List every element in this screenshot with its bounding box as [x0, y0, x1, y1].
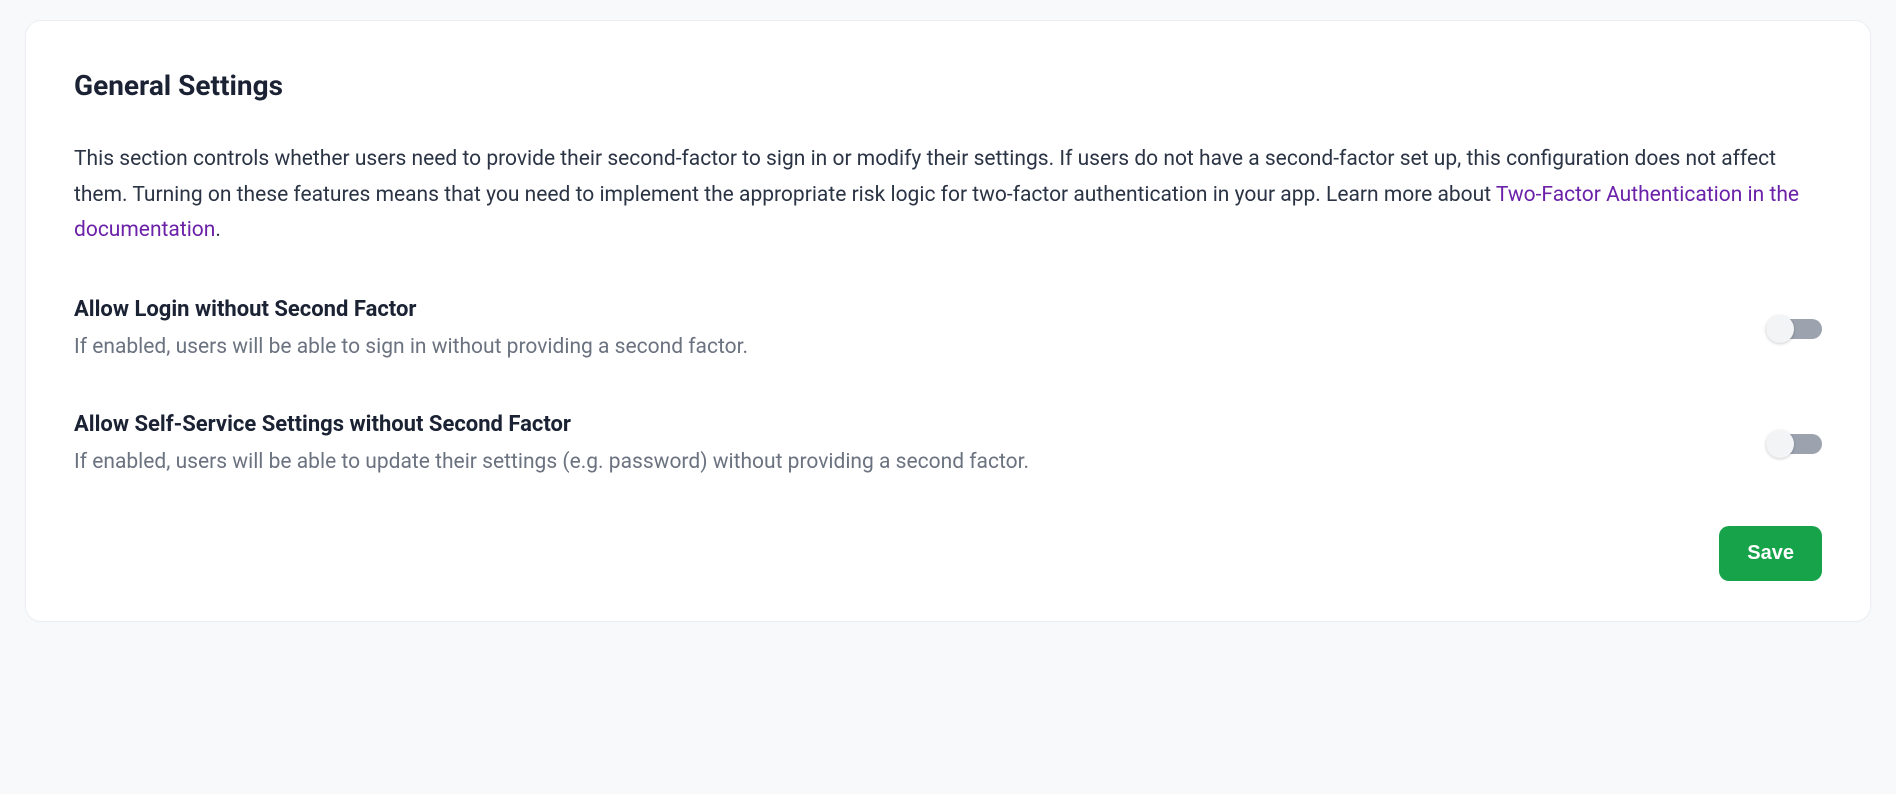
setting-text: Allow Login without Second Factor If ena…	[74, 297, 1726, 364]
setting-allow-login-without-2fa: Allow Login without Second Factor If ena…	[74, 297, 1822, 364]
toggle-allow-login-without-2fa[interactable]	[1766, 315, 1822, 343]
settings-description: This section controls whether users need…	[74, 142, 1822, 249]
settings-card: General Settings This section controls w…	[25, 20, 1871, 622]
setting-title: Allow Login without Second Factor	[74, 297, 1726, 322]
actions-row: Save	[74, 526, 1822, 581]
description-text-after: .	[215, 218, 221, 242]
toggle-knob	[1766, 430, 1794, 458]
setting-title: Allow Self-Service Settings without Seco…	[74, 412, 1726, 437]
save-button[interactable]: Save	[1719, 526, 1822, 581]
setting-subtitle: If enabled, users will be able to update…	[74, 447, 1726, 479]
toggle-allow-self-service-without-2fa[interactable]	[1766, 430, 1822, 458]
setting-allow-self-service-without-2fa: Allow Self-Service Settings without Seco…	[74, 412, 1822, 479]
setting-text: Allow Self-Service Settings without Seco…	[74, 412, 1726, 479]
page-title: General Settings	[74, 69, 1822, 102]
toggle-knob	[1766, 315, 1794, 343]
setting-subtitle: If enabled, users will be able to sign i…	[74, 332, 1726, 364]
